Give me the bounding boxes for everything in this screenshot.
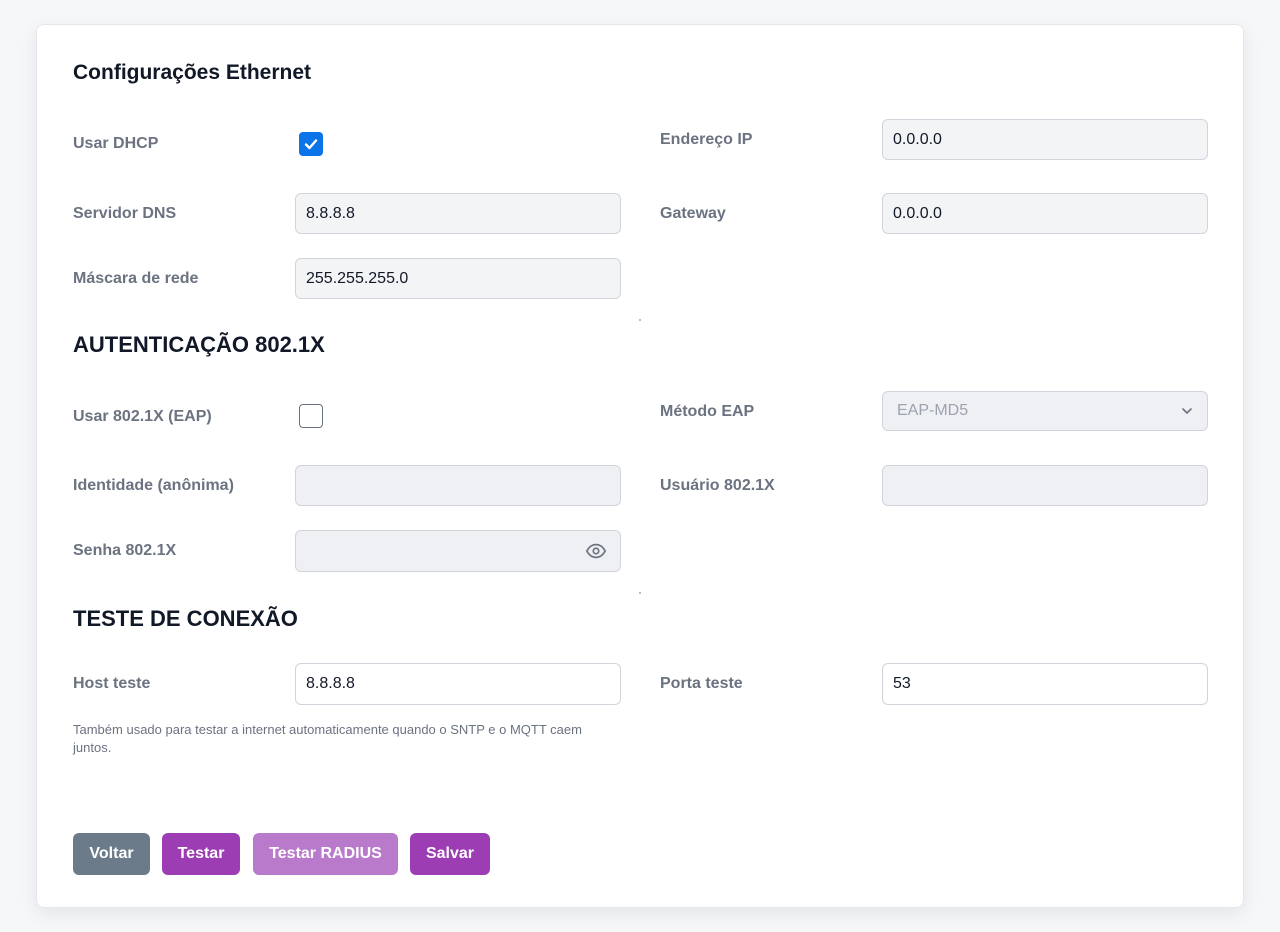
mask-label: Máscara de rede	[73, 270, 199, 287]
host-help-text: Também usado para testar a internet auto…	[73, 722, 582, 755]
divider-dot	[639, 592, 641, 594]
gateway-label: Gateway	[660, 205, 726, 222]
ip-input[interactable]	[882, 119, 1208, 160]
back-button[interactable]: Voltar	[73, 833, 150, 875]
section-title-auth: AUTENTICAÇÃO 802.1X	[73, 332, 325, 357]
dns-input[interactable]	[295, 193, 621, 234]
eap-method-value: EAP-MD5	[897, 402, 969, 419]
dhcp-label: Usar DHCP	[73, 135, 159, 152]
identity-input[interactable]	[295, 465, 621, 506]
user-input[interactable]	[882, 465, 1208, 506]
gateway-input[interactable]	[882, 193, 1208, 234]
section-title-test: TESTE DE CONEXÃO	[73, 606, 298, 631]
identity-label: Identidade (anônima)	[73, 477, 234, 494]
port-label: Porta teste	[660, 675, 743, 692]
eap-label: Usar 802.1X (EAP)	[73, 408, 212, 425]
chevron-down-icon	[1182, 408, 1192, 414]
dhcp-checkbox[interactable]	[299, 132, 323, 156]
password-label: Senha 802.1X	[73, 542, 177, 559]
ip-label: Endereço IP	[660, 131, 753, 148]
port-input[interactable]	[882, 663, 1208, 705]
password-input[interactable]	[295, 530, 621, 572]
check-icon	[304, 139, 318, 150]
test-button[interactable]: Testar	[162, 833, 240, 875]
host-label: Host teste	[73, 675, 151, 692]
user-label: Usuário 802.1X	[660, 477, 775, 494]
host-input[interactable]	[295, 663, 621, 705]
section-title-ethernet: Configurações Ethernet	[73, 61, 312, 84]
divider-dot	[639, 319, 641, 321]
eye-icon[interactable]	[585, 540, 607, 562]
ethernet-settings-card: Configurações Ethernet Usar DHCP Endereç…	[36, 24, 1244, 908]
eap-checkbox[interactable]	[299, 404, 323, 428]
eap-method-label: Método EAP	[660, 403, 755, 420]
save-button[interactable]: Salvar	[410, 833, 490, 875]
eap-method-select[interactable]: EAP-MD5	[882, 391, 1208, 431]
dns-label: Servidor DNS	[73, 205, 177, 222]
mask-input[interactable]	[295, 258, 621, 299]
test-radius-button[interactable]: Testar RADIUS	[253, 833, 398, 875]
